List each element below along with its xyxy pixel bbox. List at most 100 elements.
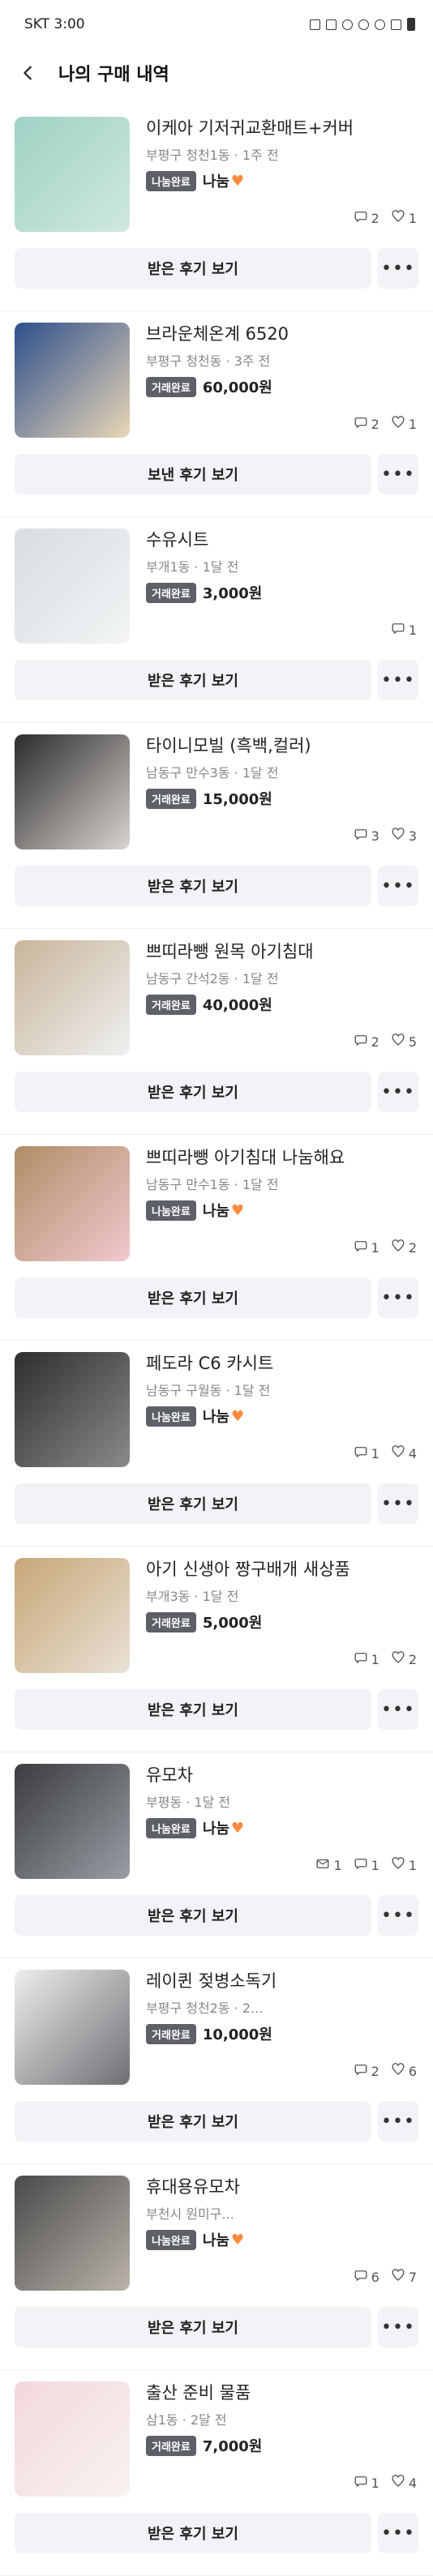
- item-thumbnail[interactable]: [15, 2176, 130, 2291]
- price-row: 거래완료 10,000원: [146, 2023, 417, 2044]
- heart-icon: [391, 1033, 405, 1051]
- item-price: 60,000원: [202, 379, 272, 396]
- item-actions: 받은 후기 보기 •••: [15, 1072, 418, 1112]
- review-button[interactable]: 받은 후기 보기: [15, 2101, 371, 2142]
- list-item[interactable]: 휴대용유모차 부천시 원미구... 나눔완료 나눔 ♥ 67 받은 후기 보기 •…: [0, 2164, 433, 2370]
- review-count: 1: [315, 1856, 342, 1874]
- review-button[interactable]: 받은 후기 보기: [15, 1895, 371, 1936]
- list-item[interactable]: 쁘띠라뺑 원목 아기침대 남동구 간석2동 · 1달 전 거래완료 40,000…: [0, 929, 433, 1135]
- review-button[interactable]: 받은 후기 보기: [15, 2307, 371, 2347]
- status-badge: 거래완료: [146, 582, 196, 603]
- review-button[interactable]: 보낸 후기 보기: [15, 454, 371, 494]
- more-options-button[interactable]: •••: [378, 2101, 418, 2142]
- review-button[interactable]: 받은 후기 보기: [15, 248, 371, 289]
- list-item[interactable]: 레이퀸 젖병소독기 부평구 청천2동 · 2... 거래완료 10,000원 2…: [0, 1958, 433, 2164]
- orange-heart-icon: ♥: [230, 1819, 245, 1837]
- review-button[interactable]: 받은 후기 보기: [15, 866, 371, 906]
- location-icon: [358, 19, 369, 30]
- item-counts: 12: [354, 1239, 417, 1256]
- item-thumbnail[interactable]: [15, 117, 130, 232]
- list-item[interactable]: 타이니모빌 (흑백,컬러) 남동구 만수3동 · 1달 전 거래완료 15,00…: [0, 723, 433, 929]
- more-options-button[interactable]: •••: [378, 1689, 418, 1730]
- list-item[interactable]: 수유시트 부개1동 · 1달 전 거래완료 3,000원 1 받은 후기 보기 …: [0, 517, 433, 723]
- review-button[interactable]: 받은 후기 보기: [15, 660, 371, 700]
- chat-count: 2: [354, 209, 379, 227]
- more-options-button[interactable]: •••: [378, 2513, 418, 2553]
- item-meta: 부평구 청천동 · 3주 전: [146, 353, 271, 369]
- more-options-button[interactable]: •••: [378, 1072, 418, 1112]
- item-thumbnail[interactable]: [15, 1146, 130, 1261]
- item-thumbnail[interactable]: [15, 734, 130, 849]
- item-actions: 받은 후기 보기 •••: [15, 2101, 418, 2142]
- review-button[interactable]: 받은 후기 보기: [15, 1277, 371, 1318]
- item-info: 이케아 기저귀교환매트+커버 부평구 청천1동 · 1주 전 나눔완료 나눔 ♥: [146, 117, 417, 191]
- review-button[interactable]: 받은 후기 보기: [15, 1072, 371, 1112]
- more-horizontal-icon: •••: [381, 1493, 415, 1514]
- status-badge: 나눔완료: [146, 1406, 196, 1427]
- item-meta: 부천시 원미구...: [146, 2206, 234, 2222]
- chat-icon: [354, 827, 368, 845]
- battery-icon: [407, 18, 415, 31]
- item-thumbnail[interactable]: [15, 940, 130, 1055]
- item-meta: 남동구 구월동 · 1달 전: [146, 1383, 271, 1398]
- status-badge: 거래완료: [146, 2023, 196, 2044]
- item-thumbnail[interactable]: [15, 528, 130, 644]
- purchase-list: 이케아 기저귀교환매트+커버 부평구 청천1동 · 1주 전 나눔완료 나눔 ♥ …: [0, 105, 433, 2576]
- list-item[interactable]: 출산 준비 물품 삼1동 · 2달 전 거래완료 7,000원 14 받은 후기…: [0, 2370, 433, 2576]
- review-button[interactable]: 받은 후기 보기: [15, 1483, 371, 1524]
- more-options-button[interactable]: •••: [378, 1277, 418, 1318]
- more-options-button[interactable]: •••: [378, 866, 418, 906]
- wifi-icon: [375, 19, 385, 30]
- item-thumbnail[interactable]: [15, 1970, 130, 2085]
- more-options-button[interactable]: •••: [378, 2307, 418, 2347]
- like-count: 4: [391, 2474, 417, 2492]
- item-thumbnail[interactable]: [15, 1764, 130, 1879]
- like-count: 2: [391, 1239, 417, 1256]
- item-counts: 14: [354, 1444, 417, 1462]
- chat-count: 1: [354, 2474, 379, 2492]
- item-thumbnail[interactable]: [15, 1352, 130, 1467]
- chat-count: 2: [354, 415, 379, 433]
- chat-icon: [354, 1650, 368, 1668]
- like-count: 6: [391, 2062, 417, 2080]
- item-thumbnail[interactable]: [15, 1558, 130, 1673]
- chat-icon: [354, 415, 368, 433]
- list-item[interactable]: 이케아 기저귀교환매트+커버 부평구 청천1동 · 1주 전 나눔완료 나눔 ♥ …: [0, 105, 433, 311]
- list-item[interactable]: 브라운체온계 6520 부평구 청천동 · 3주 전 거래완료 60,000원 …: [0, 311, 433, 517]
- item-info: 브라운체온계 6520 부평구 청천동 · 3주 전 거래완료 60,000원: [146, 323, 417, 397]
- list-item[interactable]: 유모차 부평동 · 1달 전 나눔완료 나눔 ♥ 111 받은 후기 보기 •••: [0, 1752, 433, 1958]
- list-item[interactable]: 페도라 C6 카시트 남동구 구월동 · 1달 전 나눔완료 나눔 ♥ 14 받은…: [0, 1341, 433, 1547]
- item-price: 7,000원: [202, 2438, 263, 2455]
- item-counts: 111: [315, 1856, 417, 1874]
- heart-icon: [391, 2062, 405, 2080]
- item-actions: 받은 후기 보기 •••: [15, 1277, 418, 1318]
- more-options-button[interactable]: •••: [378, 1895, 418, 1936]
- chat-count: 3: [354, 827, 379, 845]
- item-meta: 남동구 간석2동 · 1달 전: [146, 971, 279, 986]
- item-meta: 부개3동 · 1달 전: [146, 1589, 239, 1604]
- item-price: 40,000원: [202, 997, 272, 1014]
- list-item[interactable]: 쁘띠라뺑 아기침대 나눔해요 남동구 만수1동 · 1달 전 나눔완료 나눔 ♥ …: [0, 1135, 433, 1341]
- item-info: 쁘띠라뺑 원목 아기침대 남동구 간석2동 · 1달 전 거래완료 40,000…: [146, 940, 417, 1015]
- more-options-button[interactable]: •••: [378, 660, 418, 700]
- review-button[interactable]: 받은 후기 보기: [15, 2513, 371, 2553]
- item-title: 아기 신생아 짱구배개 새상품: [146, 1560, 350, 1579]
- more-horizontal-icon: •••: [381, 1287, 415, 1308]
- list-item[interactable]: 아기 신생아 짱구배개 새상품 부개3동 · 1달 전 거래완료 5,000원 …: [0, 1547, 433, 1752]
- more-options-button[interactable]: •••: [378, 1483, 418, 1524]
- chat-icon: [354, 209, 368, 227]
- orange-heart-icon: ♥: [230, 172, 245, 190]
- item-price: 3,000원: [202, 585, 263, 602]
- item-thumbnail[interactable]: [15, 2381, 130, 2497]
- item-counts: 14: [354, 2474, 417, 2492]
- more-options-button[interactable]: •••: [378, 454, 418, 494]
- chat-icon: [354, 1444, 368, 1462]
- more-horizontal-icon: •••: [381, 2111, 415, 2132]
- item-info: 페도라 C6 카시트 남동구 구월동 · 1달 전 나눔완료 나눔 ♥: [146, 1352, 417, 1427]
- more-options-button[interactable]: •••: [378, 248, 418, 289]
- item-info: 수유시트 부개1동 · 1달 전 거래완료 3,000원: [146, 528, 417, 603]
- review-button[interactable]: 받은 후기 보기: [15, 1689, 371, 1730]
- item-thumbnail[interactable]: [15, 323, 130, 438]
- chat-count: 2: [354, 2062, 379, 2080]
- back-button[interactable]: [16, 61, 41, 85]
